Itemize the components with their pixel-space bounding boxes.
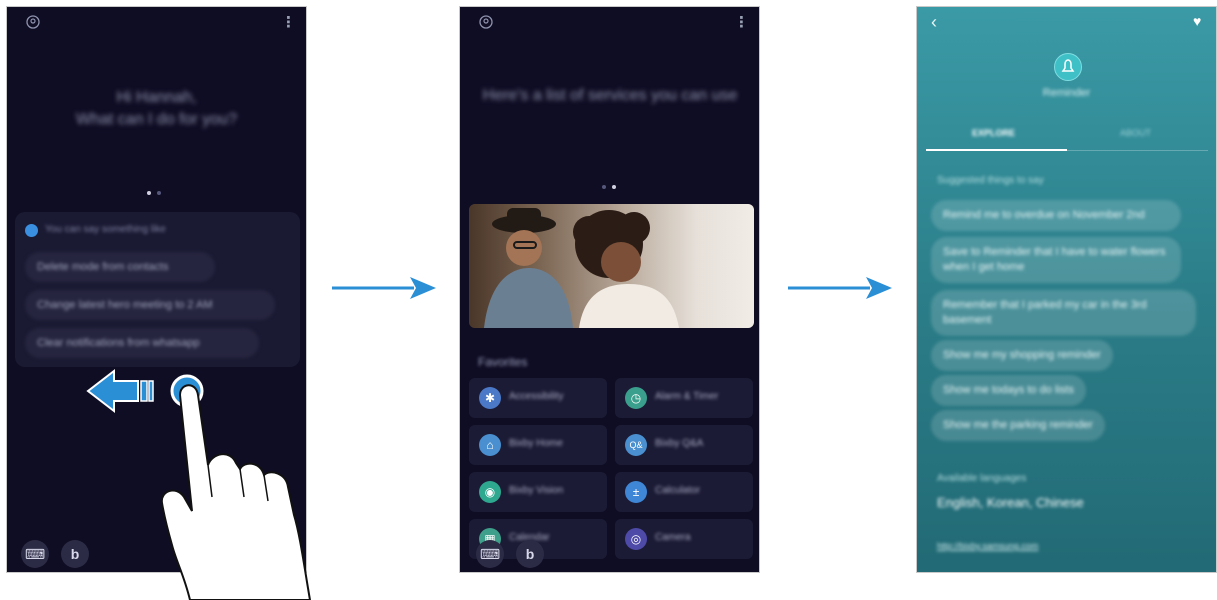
suggestion-card: You can say something like Delete mode f… [15, 212, 300, 367]
keyboard-icon[interactable]: ⌨ [21, 540, 49, 568]
keyboard-icon[interactable]: ⌨ [476, 540, 504, 568]
info-link[interactable]: http://bixby.samsung.com [937, 541, 1038, 551]
suggested-heading: Suggested things to say [937, 175, 1044, 186]
tile-bixby-home[interactable]: ⌂ Bixby Home [469, 425, 607, 465]
alarm-clock-icon: ◷ [625, 387, 647, 409]
suggestion-chip[interactable]: Delete mode from contacts [25, 252, 215, 282]
bixby-icon[interactable]: b [516, 540, 544, 568]
profile-icon[interactable] [478, 15, 494, 31]
camera-icon: ◎ [625, 528, 647, 550]
tile-bixby-vision[interactable]: ◉ Bixby Vision [469, 472, 607, 512]
swipe-gesture-icon [86, 368, 312, 600]
home-icon: ⌂ [479, 434, 501, 456]
suggestion-header: You can say something like [45, 224, 166, 235]
profile-icon[interactable] [25, 15, 41, 31]
tile-label: Bixby Q&A [655, 438, 704, 449]
greeting-line2: What can I do for you? [76, 111, 237, 128]
tile-alarm-timer[interactable]: ◷ Alarm & Timer [615, 378, 753, 418]
tile-calculator[interactable]: ± Calculator [615, 472, 753, 512]
languages-value: English, Korean, Chinese [937, 495, 1084, 510]
tile-label: Camera [655, 532, 691, 543]
calculator-icon: ± [625, 481, 647, 503]
tile-bixby-qa[interactable]: Q& Bixby Q&A [615, 425, 753, 465]
tile-label: Bixby Vision [509, 485, 564, 496]
hero-photo[interactable] [469, 204, 754, 328]
qa-icon: Q& [625, 434, 647, 456]
page-indicator [147, 190, 167, 196]
tile-label: Alarm & Timer [655, 391, 719, 402]
phrase-chip[interactable]: Show me todays to do lists [931, 375, 1086, 406]
tile-accessibility[interactable]: ✱ Accessibility [469, 378, 607, 418]
screen-services-list: ⋮ Here's a list of services you can use … [459, 6, 760, 573]
page-indicator [602, 184, 622, 190]
tile-label: Calculator [655, 485, 701, 496]
languages-heading: Available languages [937, 473, 1027, 484]
more-options-icon[interactable]: ⋮ [734, 15, 749, 31]
suggestion-chip[interactable]: Clear notifications from whatsapp [25, 328, 259, 358]
flow-arrow-icon [788, 277, 892, 299]
eye-icon: ◉ [479, 481, 501, 503]
phrase-chip[interactable]: Remind me to overdue on November 2nd [931, 200, 1181, 231]
tab-explore[interactable]: EXPLORE [972, 128, 1015, 138]
suggestion-chip[interactable]: Change latest hero meeting to 2 AM [25, 290, 275, 320]
favorites-heading: Favorites [478, 355, 528, 369]
flow-arrow-icon [332, 277, 436, 299]
reminder-bell-icon [1054, 53, 1082, 81]
back-icon[interactable]: ‹ [931, 12, 937, 33]
tile-label: Accessibility [509, 391, 564, 402]
tab-about[interactable]: ABOUT [1120, 128, 1151, 138]
tile-label: Bixby Home [509, 438, 563, 449]
phrase-chip[interactable]: Remember that I parked my car in the 3rd… [931, 290, 1196, 336]
greeting-line1: Hi Hannah, [116, 89, 197, 106]
phrase-chip[interactable]: Show me my shopping reminder [931, 340, 1113, 371]
swipe-left-arrow-icon [86, 368, 154, 414]
tab-indicator [926, 149, 1067, 151]
reminder-title: Reminder [1042, 87, 1091, 99]
accessibility-icon: ✱ [479, 387, 501, 409]
favorite-heart-icon[interactable]: ♥ [1193, 13, 1201, 29]
screen-reminder-detail: ‹ ♥ Reminder EXPLORE ABOUT Suggested thi… [916, 6, 1217, 573]
services-title: Here's a list of services you can use [482, 87, 738, 104]
tile-camera[interactable]: ◎ Camera [615, 519, 753, 559]
more-options-icon[interactable]: ⋮ [281, 15, 296, 31]
phrase-chip[interactable]: Save to Reminder that I have to water fl… [931, 237, 1181, 283]
phrase-chip[interactable]: Show me the parking reminder [931, 410, 1105, 441]
bixby-small-icon [25, 224, 38, 237]
